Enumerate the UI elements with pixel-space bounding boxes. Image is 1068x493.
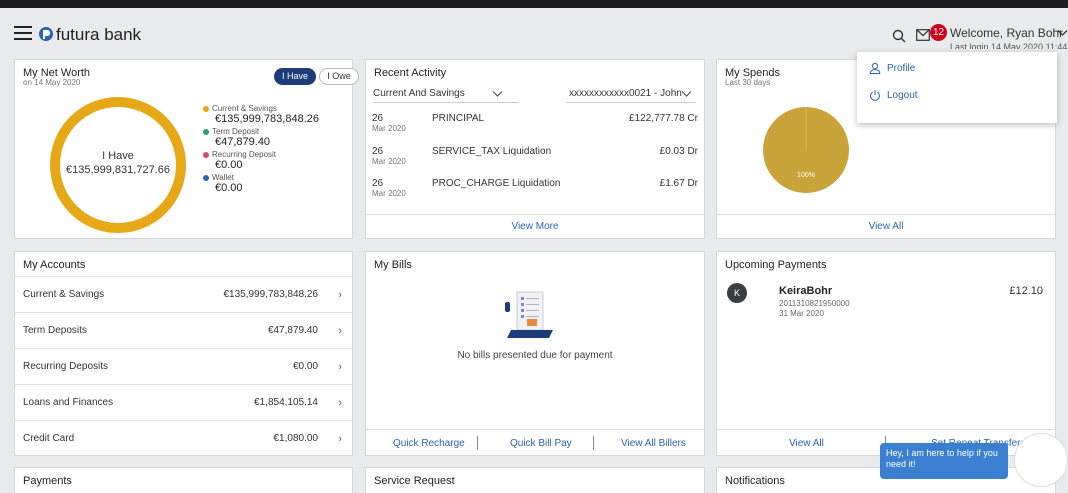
welcome-text[interactable]: Welcome, Ryan Bohr <box>950 26 1063 40</box>
i-have-toggle[interactable]: I Have <box>274 68 316 85</box>
chevron-right-icon[interactable]: › <box>338 325 342 337</box>
account-row[interactable]: Current & Savings €135,999,783,848.26 › <box>15 276 352 312</box>
payment-amount: £12.10 <box>1009 285 1043 297</box>
chevron-right-icon[interactable]: › <box>338 397 342 409</box>
account-row[interactable]: Loans and Finances €1,854,105.14 › <box>15 384 352 420</box>
notification-badge[interactable]: 12 <box>930 24 947 41</box>
payments-title: Payments <box>23 475 72 487</box>
chevron-down-icon[interactable] <box>1057 29 1068 37</box>
service-request-card: Service Request <box>365 467 705 493</box>
profile-menu-item[interactable]: Profile <box>869 60 915 76</box>
chevron-down-icon[interactable] <box>492 90 503 98</box>
account-number-select[interactable]: xxxxxxxxxxxx0021 - John <box>569 88 682 99</box>
bank-logo-icon <box>39 27 53 41</box>
legend-item: Recurring Deposit €0.00 <box>203 150 319 171</box>
net-worth-date: on 14 May 2020 <box>23 78 81 87</box>
legend-dot <box>203 128 209 135</box>
net-worth-legend: Current & Savings €135,999,783,848.26 Te… <box>203 104 319 196</box>
payment-date: 31 Mar 2020 <box>779 309 824 318</box>
recent-activity-card: Recent Activity Current And Savings xxxx… <box>365 59 705 239</box>
my-bills-card: My Bills No bills presented due for paym… <box>365 251 705 456</box>
quick-bill-pay-link[interactable]: Quick Bill Pay <box>510 438 572 449</box>
top-strip <box>0 0 1068 8</box>
service-request-title: Service Request <box>374 475 455 487</box>
legend-item: Wallet €0.00 <box>203 173 319 194</box>
payments-view-all-link[interactable]: View All <box>789 438 824 449</box>
bill-actions: Quick Recharge Quick Bill Pay View All B… <box>366 429 704 455</box>
pie-slice-label: 100% <box>797 172 815 179</box>
legend-dot <box>203 174 209 181</box>
donut-center-label: I Have <box>102 150 134 162</box>
search-icon[interactable] <box>892 29 906 43</box>
legend-dot <box>203 151 209 158</box>
view-more-link[interactable]: View More <box>366 214 704 238</box>
user-icon <box>869 62 881 74</box>
chat-bubble[interactable]: Hey, I am here to help if you need it! <box>880 443 1008 479</box>
account-row[interactable]: Term Deposits €47,879.40 › <box>15 312 352 348</box>
bill-illustration-icon <box>505 291 553 338</box>
spends-pie-chart <box>763 107 849 193</box>
hamburger-menu-icon[interactable] <box>14 26 32 40</box>
user-menu-dropdown: Profile Logout <box>857 52 1057 123</box>
select-underline <box>373 102 519 103</box>
payee-name[interactable]: KeiraBohr <box>779 285 832 297</box>
last-login-text: Last login 14 May 2020 11:44 <box>950 42 1068 49</box>
mail-icon[interactable] <box>916 29 930 41</box>
chevron-right-icon[interactable]: › <box>338 289 342 301</box>
link-separator <box>593 436 594 450</box>
quick-recharge-link[interactable]: Quick Recharge <box>393 438 465 449</box>
account-row[interactable]: Recurring Deposits €0.00 › <box>15 348 352 384</box>
select-underline <box>566 102 696 103</box>
spends-view-all-link[interactable]: View All <box>717 214 1055 238</box>
chat-launcher-button[interactable] <box>1014 433 1068 487</box>
activity-row[interactable]: 26 Mar 2020 PROC_CHARGE Liquidation £1.6… <box>372 178 698 208</box>
my-spends-subtitle: Last 30 days <box>725 78 771 87</box>
i-owe-toggle[interactable]: I Owe <box>319 68 359 85</box>
recent-activity-title: Recent Activity <box>374 67 447 79</box>
legend-item: Term Deposit €47,879.40 <box>203 127 319 148</box>
activity-row[interactable]: 26 Mar 2020 SERVICE_TAX Liquidation £0.0… <box>372 146 698 176</box>
chevron-down-icon[interactable] <box>681 90 692 98</box>
my-bills-title: My Bills <box>374 259 412 271</box>
upcoming-payments-title: Upcoming Payments <box>725 259 827 271</box>
app-header: futura bank 12 Welcome, Ryan Bohr Last l… <box>0 8 1068 52</box>
chevron-right-icon[interactable]: › <box>338 433 342 445</box>
my-accounts-title: My Accounts <box>23 259 86 271</box>
account-row[interactable]: Credit Card €1,080.00 › <box>15 420 352 456</box>
donut-center-value: €135,999,831,727.66 <box>66 164 170 176</box>
logout-menu-item[interactable]: Logout <box>869 87 918 103</box>
brand-name[interactable]: futura bank <box>56 25 141 45</box>
account-type-select[interactable]: Current And Savings <box>373 88 465 99</box>
view-all-billers-link[interactable]: View All Billers <box>621 438 686 449</box>
legend-item: Current & Savings €135,999,783,848.26 <box>203 104 319 125</box>
legend-dot <box>203 105 209 112</box>
my-accounts-card: My Accounts Current & Savings €135,999,7… <box>14 251 353 456</box>
notifications-title: Notifications <box>725 475 785 487</box>
payee-account: 2011310821950000 <box>779 299 850 308</box>
link-separator <box>477 436 478 450</box>
chevron-right-icon[interactable]: › <box>338 361 342 373</box>
payments-card: Payments <box>14 467 353 493</box>
power-icon <box>870 90 880 101</box>
upcoming-payments-card: Upcoming Payments K KeiraBohr 2011310821… <box>716 251 1056 456</box>
no-bills-message: No bills presented due for payment <box>457 350 613 361</box>
net-worth-card: My Net Worth on 14 May 2020 I Have I Owe… <box>14 59 359 239</box>
activity-row[interactable]: 26 Mar 2020 PRINCIPAL £122,777.78 Cr <box>372 113 698 143</box>
payee-avatar: K <box>727 283 747 303</box>
